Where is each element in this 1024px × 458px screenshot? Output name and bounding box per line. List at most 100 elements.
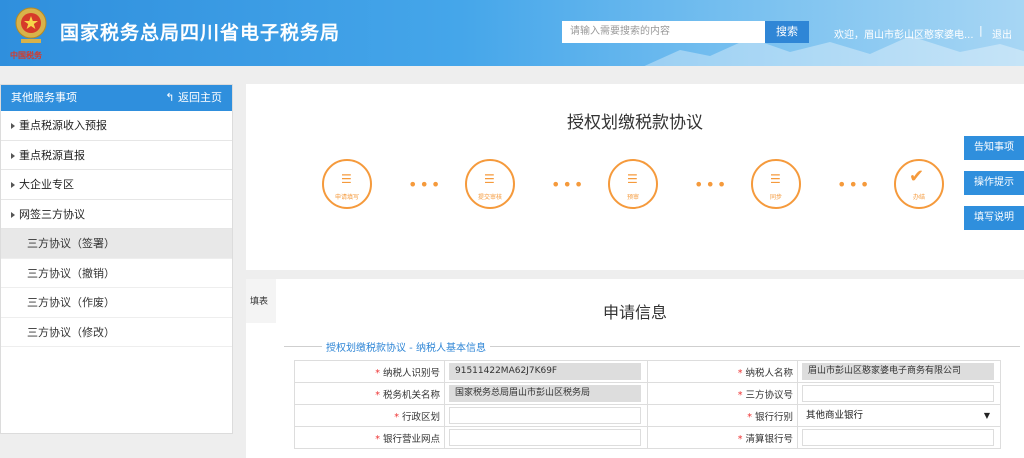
step-connector: •••	[694, 175, 729, 194]
step-label: 提交审核	[477, 194, 502, 201]
database-icon: ☰	[484, 172, 495, 186]
taxpayer-id-value: 91511422MA62J7K69F	[449, 363, 641, 380]
taxpayer-info-table: * 纳税人识别号 91511422MA62J7K69F * 纳税人名称 眉山市彭…	[294, 360, 1001, 449]
check-icon: ✔	[909, 166, 925, 187]
top-header: 中国税务 国家税务总局四川省电子税务局 请输入需要搜索的内容 搜索 欢迎，眉山市…	[0, 0, 1024, 66]
form-title: 申请信息	[602, 303, 667, 322]
sidebar-item-label: 重点税源直报	[19, 148, 85, 162]
notice-button[interactable]: 告知事项	[964, 136, 1024, 160]
field-label: * 税务机关名称	[294, 382, 445, 405]
required-mark: *	[375, 389, 380, 401]
caret-right-icon	[11, 182, 15, 188]
sidebar-heading: 其他服务事项	[11, 91, 77, 104]
clearing-bank-field	[797, 426, 1001, 449]
caret-right-icon	[11, 211, 15, 218]
field-label-text: 三方协议号	[745, 389, 793, 401]
caret-right-icon	[11, 123, 15, 129]
tax-authority-field: 国家税务总局眉山市彭山区税务局	[444, 382, 648, 405]
field-label: * 三方协议号	[647, 382, 798, 405]
welcome-user-text[interactable]: 欢迎，眉山市彭山区憨家婆电...	[834, 26, 974, 41]
operation-tips-button[interactable]: 操作提示	[964, 171, 1024, 195]
agreement-title: 授权划缴税款协议	[567, 113, 703, 133]
sidebar-subitem-sign[interactable]: 三方协议（签署）	[1, 229, 232, 259]
header-divider: |	[979, 24, 983, 37]
step-connector: •••	[837, 175, 872, 194]
field-label-text: 清算银行号	[745, 433, 793, 445]
bank-type-select[interactable]: 其他商业银行 ▼	[802, 407, 994, 424]
required-mark: *	[375, 433, 380, 445]
sidebar-item-label: 重点税源收入预报	[19, 119, 107, 132]
step-label: 办结	[912, 194, 925, 201]
sidebar-item[interactable]: 重点税源直报	[1, 141, 232, 170]
field-label: * 银行行别	[647, 404, 798, 427]
field-label-text: 银行营业网点	[382, 433, 440, 445]
emblem-caption: 中国税务	[10, 51, 42, 60]
taxpayer-name-value: 眉山市彭山区憨家婆电子商务有限公司	[802, 363, 994, 380]
sidebar-subitem-revoke[interactable]: 三方协议（撤销）	[1, 259, 232, 288]
sidebar-item[interactable]: 网签三方协议	[1, 200, 232, 229]
sidebar-item[interactable]: 重点税源收入预报	[1, 111, 232, 141]
field-label: * 行政区划	[294, 404, 445, 427]
sidebar-subitem-void[interactable]: 三方协议（作废）	[1, 288, 232, 318]
logout-link[interactable]: 退出	[992, 26, 1012, 41]
step-submit-review: ☰ 提交审核	[465, 159, 515, 209]
region-input[interactable]	[449, 407, 641, 424]
step-label: 同步	[769, 194, 782, 201]
step-connector: •••	[551, 175, 586, 194]
step-fill-application: ☰ 申请填写	[322, 159, 372, 209]
step-label: 申请填写	[334, 194, 359, 201]
required-mark: *	[737, 367, 743, 379]
field-label: * 银行营业网点	[294, 426, 445, 449]
bank-type-value: 其他商业银行	[806, 410, 864, 421]
table-row: * 税务机关名称 国家税务总局眉山市彭山区税务局 * 三方协议号	[294, 382, 1001, 405]
search-button[interactable]: 搜索	[765, 21, 809, 43]
step-label: 预审	[626, 194, 639, 201]
field-label-text: 纳税人识别号	[382, 367, 440, 379]
back-home-link[interactable]: ↰ 返回主页	[165, 85, 222, 111]
required-mark: *	[394, 411, 399, 423]
sidebar-item-label: 大企业专区	[19, 178, 74, 191]
chevron-down-icon: ▼	[983, 411, 990, 420]
agreement-progress-panel: 授权划缴税款协议 ☰ 申请填写 ••• ☰ 提交审核 ••• ☰ 预审 ••• …	[246, 84, 1024, 270]
taxpayer-name-field: 眉山市彭山区憨家婆电子商务有限公司	[797, 360, 1001, 383]
step-connector: •••	[408, 175, 443, 194]
required-mark: *	[737, 433, 743, 445]
fill-instructions-button[interactable]: 填写说明	[964, 206, 1024, 230]
field-label: * 清算银行号	[647, 426, 798, 449]
agreement-number-field	[797, 382, 1001, 405]
region-field	[444, 404, 648, 427]
bank-branch-field	[444, 426, 648, 449]
bank-branch-input[interactable]	[449, 429, 641, 446]
field-label-text: 行政区划	[401, 411, 440, 423]
taxpayer-id-field: 91511422MA62J7K69F	[444, 360, 648, 383]
step-prereview: ☰ 预审	[608, 159, 658, 209]
fieldset-legend: 授权划缴税款协议 - 纳税人基本信息	[322, 339, 490, 354]
required-mark: *	[747, 411, 752, 423]
field-label-text: 税务机关名称	[382, 389, 440, 401]
step-complete: ✔ 办结	[894, 159, 944, 209]
sidebar: 其他服务事项 ↰ 返回主页 重点税源收入预报 重点税源直报 大企业专区 网签三方…	[0, 84, 233, 434]
site-title: 国家税务总局四川省电子税务局	[60, 22, 341, 44]
back-home-label: 返回主页	[178, 91, 222, 104]
tax-authority-value: 国家税务总局眉山市彭山区税务局	[449, 385, 641, 402]
back-arrow-icon: ↰	[165, 91, 178, 104]
bank-type-field: 其他商业银行 ▼	[797, 404, 1001, 427]
field-label-text: 银行行别	[754, 411, 793, 423]
field-label: * 纳税人名称	[647, 360, 798, 383]
sidebar-header: 其他服务事项 ↰ 返回主页	[1, 85, 232, 111]
clearing-bank-input[interactable]	[802, 429, 994, 446]
table-row: * 行政区划 * 银行行别 其他商业银行 ▼	[294, 404, 1001, 427]
application-form-panel: 填表 申请信息 授权划缴税款协议 - 纳税人基本信息 * 纳税人识别号 9151…	[246, 279, 1024, 458]
table-row: * 银行营业网点 * 清算银行号	[294, 426, 1001, 449]
sidebar-item-label: 网签三方协议	[19, 207, 85, 221]
database-icon: ☰	[341, 172, 352, 186]
database-icon: ☰	[627, 172, 638, 186]
sidebar-subitem-modify[interactable]: 三方协议（修改）	[1, 318, 232, 347]
search-input[interactable]: 请输入需要搜索的内容	[562, 21, 765, 43]
caret-right-icon	[11, 152, 15, 159]
sidebar-item[interactable]: 大企业专区	[1, 170, 232, 200]
database-icon: ☰	[770, 172, 781, 186]
table-row: * 纳税人识别号 91511422MA62J7K69F * 纳税人名称 眉山市彭…	[294, 360, 1001, 383]
agreement-number-input[interactable]	[802, 385, 994, 402]
required-mark: *	[737, 389, 743, 401]
